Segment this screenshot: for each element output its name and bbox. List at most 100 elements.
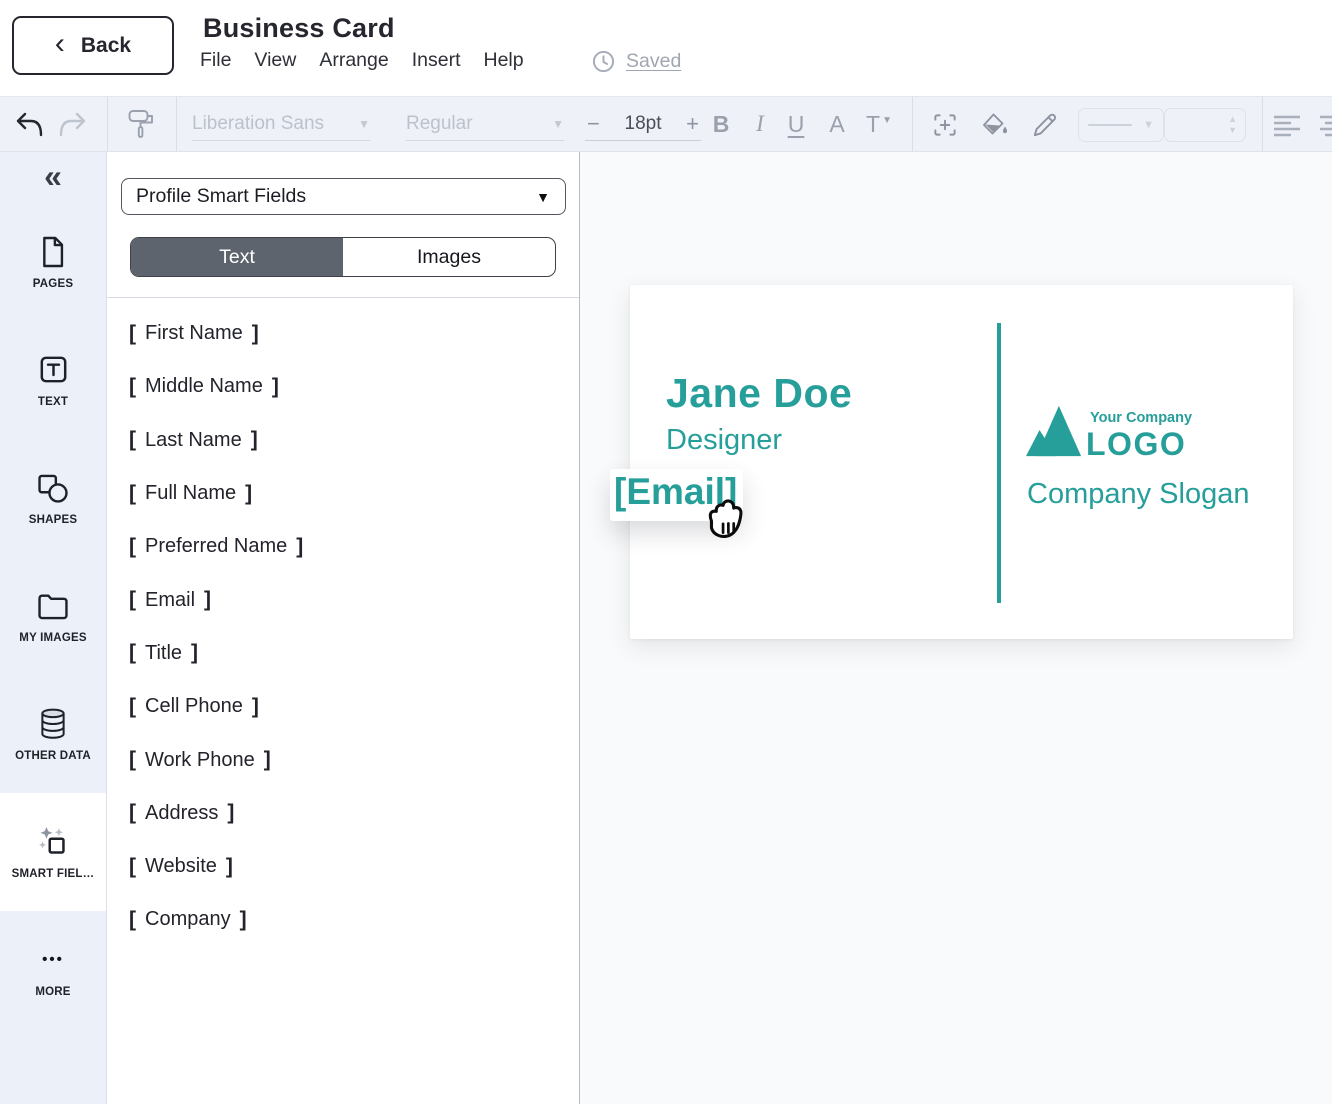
sidebar-item-smart-fields[interactable]: SMART FIEL… bbox=[0, 793, 106, 911]
card-divider-line[interactable] bbox=[997, 323, 1001, 603]
smart-fields-icon bbox=[36, 825, 70, 859]
smart-field-label: Website bbox=[145, 855, 217, 878]
undo-button[interactable] bbox=[12, 108, 46, 142]
font-color-button[interactable]: A bbox=[822, 107, 852, 141]
close-bracket: ] bbox=[252, 322, 259, 346]
sidebar-item-shapes[interactable]: SHAPES bbox=[0, 439, 106, 557]
card-job-title-text[interactable]: Designer bbox=[666, 424, 782, 457]
company-logo-mountain-icon[interactable] bbox=[1026, 405, 1084, 457]
card-slogan-text[interactable]: Company Slogan bbox=[1027, 478, 1249, 511]
smart-field-last-name[interactable]: [Last Name] bbox=[107, 414, 578, 467]
card-name-text[interactable]: Jane Doe bbox=[666, 370, 852, 417]
chevron-down-icon: ▼ bbox=[552, 117, 564, 131]
smart-fields-source-select[interactable]: Profile Smart Fields ▼ bbox=[121, 178, 566, 215]
open-bracket: [ bbox=[129, 375, 136, 399]
smart-field-address[interactable]: [Address] bbox=[107, 787, 578, 840]
logo-company-text[interactable]: Your Company bbox=[1090, 410, 1192, 426]
back-chevron-icon: ‹ bbox=[55, 29, 65, 59]
menu-view[interactable]: View bbox=[254, 49, 296, 72]
smart-field-label: Full Name bbox=[145, 482, 236, 505]
smart-field-work-phone[interactable]: [Work Phone] bbox=[107, 733, 578, 786]
format-painter-button[interactable] bbox=[124, 108, 158, 142]
stepper-down-icon[interactable]: ▼ bbox=[1228, 126, 1237, 135]
smart-field-cell-phone[interactable]: [Cell Phone] bbox=[107, 680, 578, 733]
smart-field-label: Middle Name bbox=[145, 375, 263, 398]
shapes-icon bbox=[36, 471, 70, 505]
border-style-button[interactable] bbox=[1028, 108, 1062, 142]
text-case-button[interactable]: T▼ bbox=[858, 107, 900, 141]
back-button[interactable]: ‹ Back bbox=[12, 16, 174, 75]
sidebar-item-my-images[interactable]: MY IMAGES bbox=[0, 557, 106, 675]
open-bracket: [ bbox=[129, 641, 136, 665]
sidebar-item-text[interactable]: TEXT bbox=[0, 321, 106, 439]
align-left-button[interactable] bbox=[1270, 108, 1304, 142]
bold-button[interactable]: B bbox=[706, 107, 736, 141]
sidebar-item-label: PAGES bbox=[33, 278, 73, 290]
smart-field-email[interactable]: [Email] bbox=[107, 573, 578, 626]
smart-fields-source-value: Profile Smart Fields bbox=[136, 185, 306, 208]
smart-field-middle-name[interactable]: [ Middle Name] bbox=[107, 360, 578, 413]
close-bracket: ] bbox=[252, 695, 259, 719]
decrease-font-size-button[interactable]: − bbox=[585, 113, 602, 135]
smart-field-label: Email bbox=[145, 589, 195, 612]
frame-button[interactable] bbox=[928, 108, 962, 142]
menu-bar: File View Arrange Insert Help bbox=[200, 49, 524, 72]
pages-icon bbox=[36, 235, 70, 269]
align-center-button[interactable] bbox=[1316, 108, 1332, 142]
fill-color-button[interactable] bbox=[978, 108, 1012, 142]
logo-text[interactable]: LOGO bbox=[1086, 426, 1186, 463]
sidebar-item-label: MORE bbox=[35, 986, 70, 998]
menu-insert[interactable]: Insert bbox=[412, 49, 461, 72]
smart-field-company[interactable]: [Company] bbox=[107, 893, 578, 946]
close-bracket: ] bbox=[226, 855, 233, 879]
tab-text[interactable]: Text bbox=[131, 238, 343, 276]
close-bracket: ] bbox=[191, 641, 198, 665]
collapse-sidebar-button[interactable]: « bbox=[0, 158, 106, 195]
smart-field-title[interactable]: [Title] bbox=[107, 627, 578, 680]
smart-field-list: [First Name][Middle Name][Last Name][Ful… bbox=[107, 307, 578, 947]
font-size-value[interactable]: 18pt bbox=[625, 113, 662, 135]
sidebar-item-label: OTHER DATA bbox=[15, 750, 91, 762]
smart-field-label: Cell Phone bbox=[145, 695, 243, 718]
tab-images[interactable]: Images bbox=[343, 238, 555, 276]
design-canvas[interactable]: Jane Doe Designer [Email] Your Company L… bbox=[580, 152, 1332, 1104]
sidebar-item-other-data[interactable]: OTHER DATA bbox=[0, 675, 106, 793]
toolbar-separator bbox=[107, 97, 108, 151]
sidebar: « PAGES TEXTSHAPESMY IMAGES OTHER DATA SMAR… bbox=[0, 152, 107, 1104]
back-button-label: Back bbox=[81, 34, 131, 58]
toolbar-separator bbox=[912, 97, 913, 151]
close-bracket: ] bbox=[245, 482, 252, 506]
sidebar-item-more[interactable]: •••MORE bbox=[0, 911, 106, 1029]
menu-help[interactable]: Help bbox=[484, 49, 524, 72]
open-bracket: [ bbox=[129, 748, 136, 772]
chevron-down-icon: ▼ bbox=[358, 117, 370, 131]
business-card[interactable]: Jane Doe Designer [Email] Your Company L… bbox=[630, 285, 1293, 639]
italic-button[interactable]: I bbox=[745, 107, 775, 141]
toolbar-separator bbox=[176, 97, 177, 151]
close-bracket: ] bbox=[251, 428, 258, 452]
header: ‹ Back Business Card FileViewArrangeInse… bbox=[0, 0, 1332, 96]
font-style-select[interactable]: Regular ▼ bbox=[406, 107, 564, 141]
menu-arrange[interactable]: Arrange bbox=[319, 49, 388, 72]
line-style-select[interactable]: ▼ bbox=[1078, 108, 1164, 142]
smart-field-preferred-name[interactable]: [Preferred Name] bbox=[107, 520, 578, 573]
close-bracket: ] bbox=[227, 801, 234, 825]
redo-button[interactable] bbox=[56, 108, 90, 142]
font-family-select[interactable]: Liberation Sans ▼ bbox=[192, 107, 370, 141]
smart-field-first-name[interactable]: [First Name] bbox=[107, 307, 578, 360]
close-bracket: ] bbox=[264, 748, 271, 772]
increase-font-size-button[interactable]: + bbox=[684, 113, 701, 135]
close-bracket: ] bbox=[272, 375, 279, 399]
line-weight-stepper[interactable]: ▲ ▼ bbox=[1164, 108, 1246, 142]
underline-button[interactable]: U bbox=[781, 107, 811, 141]
menu-file[interactable]: File bbox=[200, 49, 231, 72]
close-bracket: ] bbox=[204, 588, 211, 612]
sidebar-item-pages[interactable]: PAGES bbox=[0, 203, 106, 321]
smart-field-full-name[interactable]: [ Full Name] bbox=[107, 467, 578, 520]
dragged-email-field[interactable]: [Email] bbox=[610, 469, 743, 521]
stepper-up-icon[interactable]: ▲ bbox=[1228, 115, 1237, 124]
smart-field-website[interactable]: [Website] bbox=[107, 840, 578, 893]
font-style-value: Regular bbox=[406, 113, 473, 135]
chevron-down-icon: ▼ bbox=[1143, 119, 1154, 131]
open-bracket: [ bbox=[129, 482, 136, 506]
